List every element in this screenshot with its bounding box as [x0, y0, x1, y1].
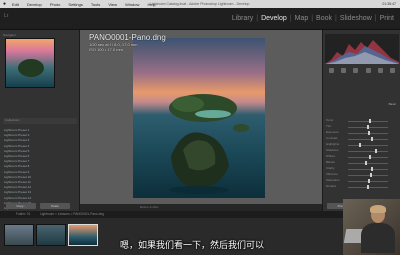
menu-item-develop[interactable]: Develop: [27, 2, 42, 7]
window-title: Lightroom Catalog.lrcat - Adobe Photosho…: [150, 2, 250, 6]
photo-iso-info: ISO 100 • 17.0 mm: [89, 47, 123, 52]
develop-tool-strip: [329, 68, 395, 73]
slider-track[interactable]: [348, 175, 388, 176]
module-slideshow[interactable]: Slideshow: [340, 15, 372, 22]
slider-track[interactable]: [348, 151, 388, 152]
slider-label: Whites: [326, 154, 336, 158]
slider-knob[interactable]: [371, 167, 373, 171]
brush-icon[interactable]: [389, 68, 395, 73]
photo-info-overlay: PANO0001-Pano.dng 1/20 sec at f / 8.0, 1…: [89, 33, 166, 52]
slider-label: Contrast: [326, 136, 338, 140]
slider-row: Dehaze: [326, 184, 398, 190]
slider-knob[interactable]: [371, 137, 373, 141]
slider-track[interactable]: [348, 145, 388, 146]
filmstrip-thumbnail[interactable]: [36, 224, 66, 246]
paste-button[interactable]: Paste: [40, 203, 70, 209]
menu-clock: 01:35:47: [382, 2, 396, 6]
slider-label: Exposure: [326, 130, 339, 134]
left-panel: Navigator Collections Lightroom Preset 1…: [0, 30, 80, 231]
slider-label: Tint: [326, 124, 331, 128]
slider-label: Temp: [326, 118, 334, 122]
module-picker: Library | Develop | Map | Book | Slidesh…: [232, 15, 394, 22]
slider-label: Vibrance: [326, 172, 338, 176]
slider-knob[interactable]: [369, 155, 371, 159]
island-illustration: [169, 94, 249, 194]
basic-panel-header[interactable]: Basic: [325, 102, 399, 108]
spot-removal-icon[interactable]: [341, 68, 347, 73]
module-separator: |: [335, 15, 337, 22]
slider-track[interactable]: [348, 121, 388, 122]
filmstrip-thumbnail[interactable]: [4, 224, 34, 246]
slider-track[interactable]: [348, 163, 388, 164]
navigator-preview[interactable]: [5, 38, 55, 88]
module-bar: Lr Library | Develop | Map | Book | Slid…: [0, 8, 400, 30]
slider-track[interactable]: [348, 139, 388, 140]
menu-item-window[interactable]: Window: [125, 2, 139, 7]
photo-filename: PANO0001-Pano.dng: [89, 33, 166, 42]
module-separator: |: [374, 15, 377, 22]
module-print[interactable]: Print: [380, 15, 394, 22]
before-after-toggle[interactable]: Before & After: [140, 205, 159, 209]
slider-label: Shadows: [326, 148, 339, 152]
apple-icon[interactable]: ●: [3, 1, 6, 7]
slider-label: Saturation: [326, 178, 340, 182]
menu-item-view[interactable]: View: [108, 2, 117, 7]
module-library[interactable]: Library: [232, 15, 253, 22]
folder-label: Folder: 01: [16, 212, 31, 216]
radial-filter-icon[interactable]: [377, 68, 383, 73]
red-eye-icon[interactable]: [353, 68, 359, 73]
copy-button[interactable]: Copy...: [6, 203, 36, 209]
slider-track[interactable]: [348, 169, 388, 170]
develop-toolbar: Before & After: [80, 204, 322, 211]
right-panel: Basic Temp Tint Exposure Contrast Highlights…: [322, 30, 400, 211]
slider-knob[interactable]: [359, 143, 361, 147]
navigator-header[interactable]: Navigator: [3, 33, 16, 37]
module-map[interactable]: Map: [295, 15, 309, 22]
filmstrip-breadcrumb[interactable]: Lightroom > Lessons > PANO0001-Pano.dng: [40, 211, 104, 218]
module-develop[interactable]: Develop: [261, 15, 287, 22]
filmstrip-bar: Folder: 01 Lightroom > Lessons > PANO000…: [0, 211, 400, 218]
menu-items: Edit Develop Photo Settings Tools View W…: [12, 2, 163, 7]
video-subtitle: 嗯，如果我们看一下，然后我们可以: [120, 240, 265, 250]
slider-knob[interactable]: [365, 161, 367, 165]
module-separator: |: [311, 15, 314, 22]
system-menu-bar: ● Edit Develop Photo Settings Tools View…: [0, 0, 400, 8]
slider-track[interactable]: [348, 157, 388, 158]
slider-knob[interactable]: [367, 179, 370, 183]
menu-item-photo[interactable]: Photo: [50, 2, 60, 7]
slider-label: Highlights: [326, 142, 340, 146]
menu-item-edit[interactable]: Edit: [12, 2, 19, 7]
slider-label: Blacks: [326, 160, 335, 164]
collections-header[interactable]: Collections: [3, 118, 77, 124]
basic-sliders: Temp Tint Exposure Contrast Highlights Shadow…: [326, 118, 398, 190]
lightroom-logo: Lr: [4, 13, 9, 19]
main-photo: [133, 38, 265, 198]
menu-item-tools[interactable]: Tools: [91, 2, 100, 7]
module-book[interactable]: Book: [316, 15, 332, 22]
webcam-overlay: [343, 199, 400, 255]
slider-label: Clarity: [326, 166, 335, 170]
graduated-filter-icon[interactable]: [365, 68, 371, 73]
slider-knob[interactable]: [369, 119, 371, 123]
slider-knob[interactable]: [370, 173, 373, 177]
slider-knob[interactable]: [375, 149, 377, 153]
histogram: [325, 34, 399, 64]
image-canvas[interactable]: PANO0001-Pano.dng 1/20 sec at f / 8.0, 1…: [80, 30, 322, 204]
slider-label: Dehaze: [326, 184, 337, 188]
crop-tool-icon[interactable]: [329, 68, 334, 73]
module-separator: |: [256, 15, 259, 22]
module-separator: |: [289, 15, 292, 22]
slider-knob[interactable]: [367, 125, 369, 129]
slider-knob[interactable]: [367, 131, 370, 135]
slider-knob[interactable]: [367, 185, 369, 189]
filmstrip-thumbnail-selected[interactable]: [68, 224, 98, 246]
left-panel-buttons: Copy... Paste: [6, 203, 70, 209]
menu-item-settings[interactable]: Settings: [68, 2, 82, 7]
